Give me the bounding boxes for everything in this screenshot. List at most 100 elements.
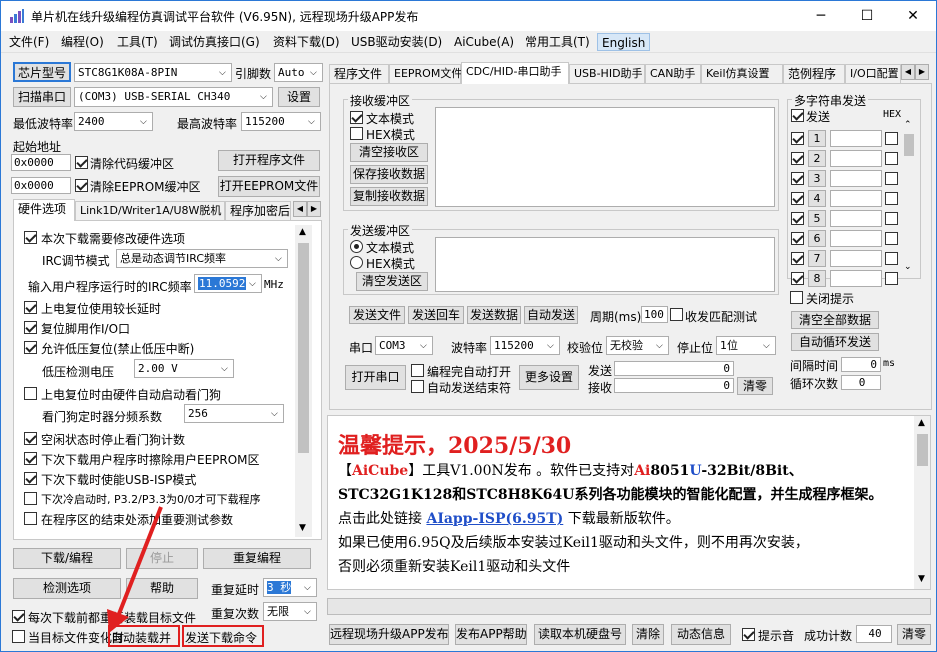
multi-send-checkbox[interactable] xyxy=(791,172,804,185)
tab-usb-hid[interactable]: USB-HID助手 xyxy=(569,64,645,84)
pin-count-select[interactable]: Auto ⌵ xyxy=(274,63,323,82)
max-baud-select[interactable]: 115200 ⌵ xyxy=(241,112,321,131)
menu-tools[interactable]: 工具(T) xyxy=(113,33,162,51)
send-enter-button[interactable]: 发送回车 xyxy=(408,306,464,324)
tab-examples[interactable]: 范例程序 xyxy=(783,64,845,84)
open-eeprom-file-button[interactable]: 打开EEPROM文件 xyxy=(218,176,320,197)
chip-model-button[interactable]: 芯片型号 xyxy=(13,62,71,82)
multi-send-row-button[interactable]: 3 xyxy=(808,170,826,187)
multi-string-input[interactable] xyxy=(830,270,882,287)
option-idle-stop-wdt-checkbox[interactable] xyxy=(24,432,37,445)
option-modify-hardware-checkbox[interactable] xyxy=(24,231,37,244)
multi-send-row-button[interactable]: 7 xyxy=(808,250,826,267)
min-baud-select[interactable]: 2400 ⌵ xyxy=(74,112,153,131)
download-link[interactable]: AIapp-ISP(6.95T) xyxy=(426,511,563,527)
repeat-delay-select[interactable]: 3 秒 ⌵ xyxy=(263,578,317,597)
multi-hex-checkbox[interactable] xyxy=(885,272,898,285)
scroll-thumb[interactable] xyxy=(917,434,928,466)
wdt-select[interactable]: 256 ⌵ xyxy=(184,404,284,423)
publish-help-button[interactable]: 发布APP帮助 xyxy=(455,624,527,645)
clear-receive-button[interactable]: 清空接收区 xyxy=(350,143,428,162)
eeprom-start-address-input[interactable]: 0x0000 xyxy=(11,177,71,194)
scroll-thumb[interactable] xyxy=(904,134,914,156)
period-input[interactable]: 100 xyxy=(641,306,668,323)
tab-offline[interactable]: Link1D/Writer1A/U8W脱机 xyxy=(75,201,225,221)
tab-scroll-right-icon[interactable]: ▶ xyxy=(307,201,321,217)
multi-send-row-button[interactable]: 2 xyxy=(808,150,826,167)
tab-serial-assistant[interactable]: CDC/HID-串口助手 xyxy=(461,62,569,84)
notice-scrollbar[interactable]: ▲ ▼ xyxy=(914,416,930,589)
multi-string-input[interactable] xyxy=(830,170,882,187)
match-test-checkbox[interactable] xyxy=(670,308,683,321)
multi-send-checkbox[interactable] xyxy=(791,132,804,145)
send-textarea[interactable] xyxy=(435,237,775,292)
multi-send-row-button[interactable]: 5 xyxy=(808,210,826,227)
clear-button[interactable]: 清除 xyxy=(632,624,664,645)
scroll-thumb[interactable] xyxy=(298,243,309,453)
menu-debug[interactable]: 调试仿真接口(G) xyxy=(165,33,264,51)
chip-model-select[interactable]: STC8G1K08A-8PIN ⌵ xyxy=(74,63,232,82)
tab-encryption[interactable]: 程序加密后 xyxy=(225,201,291,221)
clear-code-checkbox[interactable] xyxy=(75,156,88,169)
options-scrollbar[interactable]: ▲ ▼ xyxy=(295,225,312,537)
tab-scroll-left-icon[interactable]: ◀ xyxy=(293,201,307,217)
close-icon[interactable]: ✕ xyxy=(890,1,936,31)
option-usb-isp-checkbox[interactable] xyxy=(24,472,37,485)
menu-file[interactable]: 文件(F) xyxy=(5,33,53,51)
interval-input[interactable]: 0 xyxy=(841,357,881,372)
reset-count-button[interactable]: 清零 xyxy=(897,624,931,645)
scroll-down-icon[interactable]: ▼ xyxy=(299,523,306,533)
copy-receive-button[interactable]: 复制接收数据 xyxy=(350,187,428,206)
multi-hex-checkbox[interactable] xyxy=(885,172,898,185)
clear-eeprom-checkbox[interactable] xyxy=(75,179,88,192)
menu-common-tools[interactable]: 常用工具(T) xyxy=(521,33,594,51)
rx-hex-mode-checkbox[interactable] xyxy=(350,127,363,140)
option-long-delay-checkbox[interactable] xyxy=(24,301,37,314)
menu-usb-driver[interactable]: USB驱动安装(D) xyxy=(347,33,446,51)
tab-scroll-right-icon[interactable]: ▶ xyxy=(915,64,929,80)
tab-eeprom-file[interactable]: EEPROM文件 xyxy=(389,64,462,84)
multi-send-row-button[interactable]: 8 xyxy=(808,270,826,287)
multi-hex-checkbox[interactable] xyxy=(885,192,898,205)
multi-send-checkbox[interactable] xyxy=(791,252,804,265)
multi-hex-checkbox[interactable] xyxy=(885,252,898,265)
tab-keil-settings[interactable]: Keil仿真设置 xyxy=(701,64,783,84)
loop-count-input[interactable]: 0 xyxy=(841,375,881,390)
multi-string-input[interactable] xyxy=(830,130,882,147)
multi-send-row-button[interactable]: 6 xyxy=(808,230,826,247)
open-program-file-button[interactable]: 打开程序文件 xyxy=(218,150,320,171)
stop-bits-select[interactable]: 1位 ⌵ xyxy=(716,336,776,355)
lvd-select[interactable]: 2.00 V ⌵ xyxy=(134,359,234,378)
tx-hex-mode-radio[interactable] xyxy=(350,256,363,269)
multi-string-input[interactable] xyxy=(830,190,882,207)
beep-checkbox[interactable] xyxy=(742,628,755,641)
send-file-button[interactable]: 发送文件 xyxy=(349,306,405,324)
clear-send-button[interactable]: 清空发送区 xyxy=(356,272,428,291)
auto-send-button[interactable]: 自动发送 xyxy=(524,306,578,324)
reload-before-download-checkbox[interactable] xyxy=(12,610,25,623)
save-receive-button[interactable]: 保存接收数据 xyxy=(350,165,428,184)
multi-send-all-checkbox[interactable] xyxy=(791,109,804,122)
auto-terminator-checkbox[interactable] xyxy=(411,380,424,393)
option-reset-io-checkbox[interactable] xyxy=(24,321,37,334)
clear-all-data-button[interactable]: 清空全部数据 xyxy=(791,311,879,329)
read-disk-button[interactable]: 读取本机硬盘号 xyxy=(534,624,626,645)
more-settings-button[interactable]: 更多设置 xyxy=(519,365,579,390)
auto-open-checkbox[interactable] xyxy=(411,364,424,377)
remote-upgrade-button[interactable]: 远程现场升级APP发布 xyxy=(329,624,449,645)
option-watchdog-checkbox[interactable] xyxy=(24,387,37,400)
multi-scrollbar[interactable]: ⌃ ⌄ xyxy=(901,120,917,276)
auto-loop-send-button[interactable]: 自动循环发送 xyxy=(791,333,879,351)
scroll-up-icon[interactable]: ▲ xyxy=(918,418,925,428)
tab-program-file[interactable]: 程序文件 xyxy=(329,64,389,84)
multi-hex-checkbox[interactable] xyxy=(885,232,898,245)
multi-send-checkbox[interactable] xyxy=(791,152,804,165)
maximize-icon[interactable]: ☐ xyxy=(844,1,890,31)
multi-string-input[interactable] xyxy=(830,150,882,167)
menu-program[interactable]: 编程(O) xyxy=(57,33,108,51)
minimize-icon[interactable]: ─ xyxy=(798,1,844,31)
multi-string-input[interactable] xyxy=(830,210,882,227)
scroll-up-icon[interactable]: ▲ xyxy=(299,227,306,237)
tx-text-mode-radio[interactable] xyxy=(350,240,363,253)
open-port-button[interactable]: 打开串口 xyxy=(345,365,406,390)
